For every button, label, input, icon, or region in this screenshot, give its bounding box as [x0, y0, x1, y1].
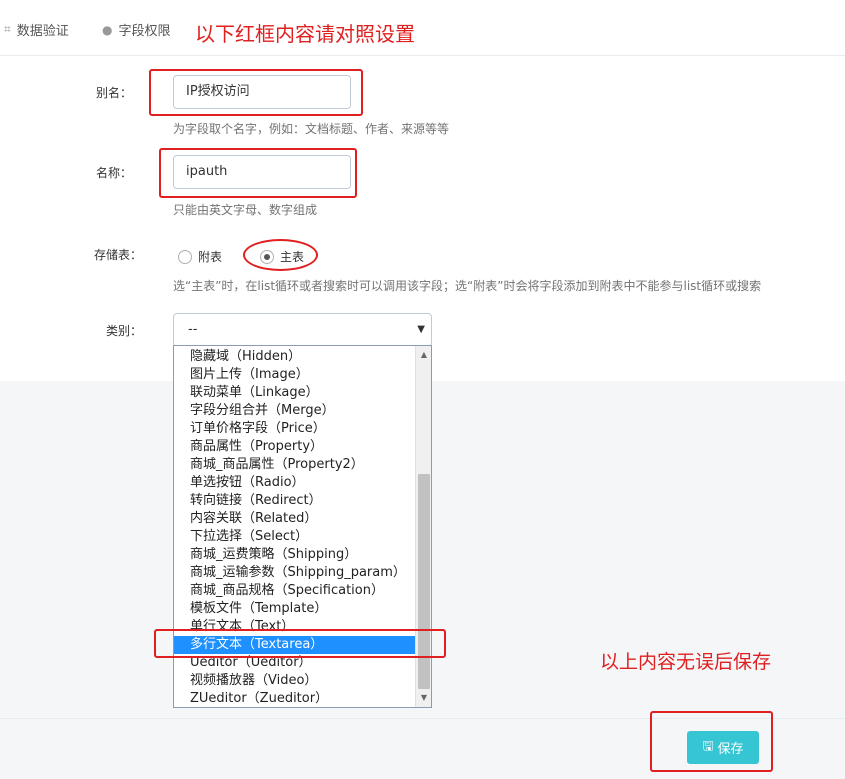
- tab-label: 字段权限: [118, 24, 171, 39]
- scroll-down-icon[interactable]: ▼: [416, 691, 431, 705]
- tab-field-permission[interactable]: ● 字段权限: [102, 20, 171, 40]
- dropdown-option[interactable]: 图片上传（Image）: [174, 366, 416, 384]
- radio-circle-checked: [260, 249, 274, 264]
- dropdown-option[interactable]: 单行文本（Text）: [174, 618, 416, 636]
- dropdown-option[interactable]: 内容关联（Related）: [174, 510, 416, 528]
- scrollbar[interactable]: ▲ ▼: [415, 346, 431, 707]
- scrollbar-thumb[interactable]: [418, 474, 430, 689]
- annotation-top: 以下红框内容请对照设置: [195, 22, 415, 46]
- storage-help: 选“主表”时，在list循环或者搜索时可以调用该字段；选“附表”时会将字段添加到…: [173, 279, 762, 293]
- dropdown-option[interactable]: 商城_运费策略（Shipping）: [174, 546, 416, 564]
- dropdown-option[interactable]: 商品属性（Property）: [174, 438, 416, 456]
- dropdown-option[interactable]: ZUeditor（Zueditor）: [174, 690, 416, 707]
- footer-divider: [0, 718, 845, 719]
- dropdown-option[interactable]: 视频播放器（Video）: [174, 672, 416, 690]
- category-select[interactable]: -- ▼: [173, 313, 432, 347]
- dropdown-option[interactable]: 多行文本（Textarea）: [174, 636, 416, 654]
- storage-label: 存储表：: [93, 248, 142, 262]
- category-label: 类别：: [105, 324, 142, 338]
- dropdown-option[interactable]: Ueditor（Ueditor）: [174, 654, 416, 672]
- category-selected-value: --: [188, 322, 198, 337]
- radio-main-table[interactable]: 主表: [260, 248, 304, 265]
- tab-label: 数据验证: [16, 24, 69, 39]
- name-label: 名称：: [95, 166, 132, 180]
- dropdown-option[interactable]: 订单价格字段（Price）: [174, 420, 416, 438]
- dropdown-options: 隐藏域（Hidden） 图片上传（Image） 联动菜单（Linkage） 字段分组合…: [174, 348, 416, 707]
- radio-label: 主表: [280, 250, 305, 264]
- dropdown-option[interactable]: 隐藏域（Hidden）: [174, 348, 416, 366]
- dropdown-option[interactable]: 转向链接（Redirect）: [174, 492, 416, 510]
- save-label: 保存: [717, 742, 744, 757]
- radio-label: 附表: [198, 250, 223, 264]
- crop-icon: ⌗: [4, 22, 11, 36]
- tab-data-validation[interactable]: ⌗ 数据验证: [4, 20, 69, 39]
- dropdown-option[interactable]: 字段分组合并（Merge）: [174, 402, 416, 420]
- dropdown-option[interactable]: 单选按钮（Radio）: [174, 474, 416, 492]
- dropdown-option[interactable]: 下拉选择（Select）: [174, 528, 416, 546]
- radio-circle: [178, 249, 192, 264]
- tab-bar: ⌗ 数据验证 ● 字段权限 以下红框内容请对照设置: [0, 0, 845, 56]
- chevron-down-icon: ▼: [417, 324, 425, 335]
- dropdown-option[interactable]: 商城_商品属性（Property2）: [174, 456, 416, 474]
- alias-help: 为字段取个名字，例如：文档标题、作者、来源等等: [173, 122, 450, 136]
- dropdown-option[interactable]: 商城_运输参数（Shipping_param）: [174, 564, 416, 582]
- scroll-up-icon[interactable]: ▲: [416, 348, 431, 362]
- name-input[interactable]: ipauth: [173, 155, 351, 189]
- category-dropdown-list[interactable]: 隐藏域（Hidden） 图片上传（Image） 联动菜单（Linkage） 字段分组合…: [173, 345, 432, 708]
- save-icon: 🖫: [702, 738, 714, 754]
- user-icon: ●: [102, 22, 113, 37]
- dropdown-option[interactable]: 联动菜单（Linkage）: [174, 384, 416, 402]
- dropdown-option[interactable]: 商城_商品规格（Specification）: [174, 582, 416, 600]
- radio-attached-table[interactable]: 附表: [178, 248, 222, 265]
- alias-input[interactable]: IP授权访问: [173, 75, 351, 109]
- annotation-bottom: 以上内容无误后保存: [600, 651, 772, 673]
- save-button[interactable]: 🖫 保存: [687, 731, 759, 764]
- name-help: 只能由英文字母、数字组成: [173, 203, 318, 217]
- dropdown-option[interactable]: 模板文件（Template）: [174, 600, 416, 618]
- alias-label: 别名：: [95, 86, 132, 100]
